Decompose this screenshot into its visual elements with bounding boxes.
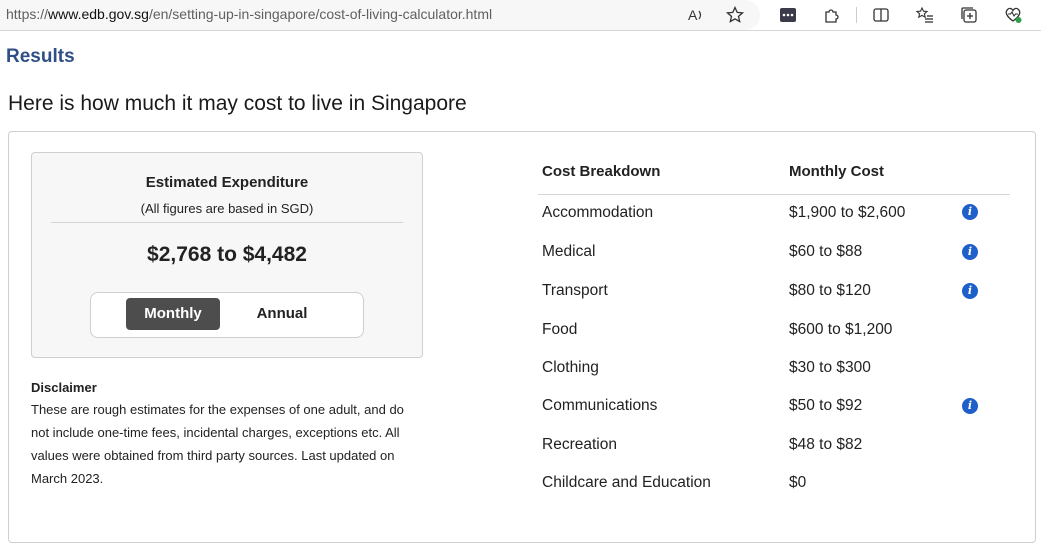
row-category-recreation: Recreation [542, 436, 617, 453]
column-header-cost-breakdown: Cost Breakdown [542, 163, 661, 180]
toolbar-divider [856, 7, 857, 23]
estimate-subtitle: (All figures are based in SGD) [140, 201, 314, 216]
disclaimer-body: These are rough estimates for the expens… [31, 402, 404, 486]
row-cost-food: $600 to $1,200 [789, 321, 893, 338]
row-category-food: Food [542, 321, 578, 338]
estimate-title: Estimated Expenditure [145, 174, 309, 191]
results-heading: Results [6, 46, 75, 67]
info-icon[interactable]: i [962, 204, 978, 220]
row-cost-medical: $60 to $88 [789, 243, 863, 260]
estimated-expenditure-card: Estimated Expenditure (All figures are b… [31, 152, 423, 358]
row-category-medical: Medical [542, 243, 596, 260]
extension-icon[interactable] [776, 3, 800, 27]
puzzle-icon[interactable] [820, 3, 844, 27]
browser-toolbar: https://www.edb.gov.sg/en/setting-up-in-… [0, 0, 1041, 31]
row-category-communications: Communications [542, 397, 658, 414]
monthly-toggle-button[interactable]: Monthly [126, 298, 220, 330]
period-toggle: Monthly Annual [90, 292, 364, 338]
split-screen-icon[interactable] [869, 3, 893, 27]
estimate-amount: $2,768 to $4,482 [147, 243, 307, 266]
column-header-monthly-cost: Monthly Cost [789, 163, 884, 180]
page-title: Here is how much it may cost to live in … [8, 92, 467, 115]
info-icon[interactable]: i [962, 283, 978, 299]
row-cost-recreation: $48 to $82 [789, 436, 863, 453]
annual-toggle-button[interactable]: Annual [232, 298, 332, 330]
address-bar[interactable]: https://www.edb.gov.sg/en/setting-up-in-… [0, 0, 760, 30]
row-cost-childcare-education: $0 [789, 474, 807, 491]
row-category-transport: Transport [542, 282, 608, 299]
row-cost-transport: $80 to $120 [789, 282, 871, 299]
url-host: www.edb.gov.sg [48, 6, 149, 22]
info-icon[interactable]: i [962, 398, 978, 414]
row-category-accommodation: Accommodation [542, 204, 654, 221]
disclaimer-heading: Disclaimer [31, 380, 97, 395]
favorites-list-icon[interactable] [913, 3, 937, 27]
row-category-childcare-education: Childcare and Education [542, 474, 711, 491]
info-icon[interactable]: i [962, 244, 978, 260]
url-prefix: https:// [6, 6, 49, 22]
row-cost-accommodation: $1,900 to $2,600 [789, 204, 906, 221]
url-text[interactable]: https://www.edb.gov.sg/en/setting-up-in-… [6, 6, 492, 22]
read-aloud-icon[interactable]: A [684, 3, 708, 27]
table-header-divider [538, 194, 1010, 195]
url-path: /en/setting-up-in-singapore/cost-of-livi… [148, 6, 493, 22]
row-cost-communications: $50 to $92 [789, 397, 863, 414]
collections-icon[interactable] [957, 3, 981, 27]
row-category-clothing: Clothing [542, 359, 599, 376]
row-cost-clothing: $30 to $300 [789, 359, 871, 376]
favorite-star-icon[interactable] [723, 3, 747, 27]
divider [51, 222, 403, 223]
browser-essentials-icon[interactable] [1001, 3, 1025, 27]
svg-text:A: A [688, 7, 698, 23]
